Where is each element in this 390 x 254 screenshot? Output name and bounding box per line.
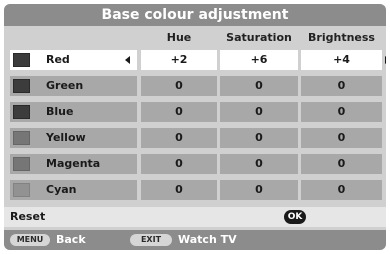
saturation-value[interactable]: 0 — [220, 102, 298, 122]
exit-key-icon[interactable]: EXIT — [130, 234, 172, 246]
reset-row[interactable]: Reset OK — [4, 207, 386, 227]
saturation-value[interactable]: 0 — [220, 180, 298, 200]
color-row-cyan[interactable]: Cyan 0 0 0 — [10, 180, 382, 200]
row-label: Cyan — [46, 183, 77, 196]
reset-label: Reset — [10, 210, 46, 223]
arrow-left-icon[interactable] — [125, 56, 130, 64]
saturation-value[interactable]: 0 — [220, 128, 298, 148]
hue-value[interactable]: 0 — [141, 102, 217, 122]
row-label-cell: Blue — [10, 102, 137, 122]
hue-value[interactable]: +2 — [141, 50, 217, 70]
brightness-value[interactable]: 0 — [301, 102, 382, 122]
row-label: Blue — [46, 105, 74, 118]
brightness-value[interactable]: 0 — [301, 128, 382, 148]
color-row-red[interactable]: Red +2 +6 +4 — [10, 50, 386, 70]
color-row-magenta[interactable]: Magenta 0 0 0 — [10, 154, 382, 174]
color-swatch-icon — [13, 53, 30, 67]
color-swatch-icon — [13, 157, 30, 171]
saturation-value[interactable]: 0 — [220, 154, 298, 174]
column-header-saturation: Saturation — [226, 31, 292, 44]
color-row-blue[interactable]: Blue 0 0 0 — [10, 102, 382, 122]
color-row-green[interactable]: Green 0 0 0 — [10, 76, 382, 96]
row-label-cell: Yellow — [10, 128, 137, 148]
saturation-value[interactable]: +6 — [220, 50, 298, 70]
saturation-value[interactable]: 0 — [220, 76, 298, 96]
row-label-cell: Cyan — [10, 180, 137, 200]
brightness-value[interactable]: +4 — [301, 50, 382, 70]
column-header-hue: Hue — [166, 31, 192, 44]
color-swatch-icon — [13, 131, 30, 145]
brightness-value[interactable]: 0 — [301, 180, 382, 200]
brightness-value[interactable]: 0 — [301, 76, 382, 96]
color-swatch-icon — [13, 79, 30, 93]
footer-bar: MENU Back EXIT Watch TV — [4, 230, 386, 250]
arrow-right-icon[interactable] — [385, 56, 386, 64]
ok-button-icon[interactable]: OK — [284, 210, 306, 224]
osd-menu: Base colour adjustment Hue Saturation Br… — [4, 4, 386, 250]
row-label: Green — [46, 79, 84, 92]
watch-tv-label[interactable]: Watch TV — [178, 230, 237, 250]
back-label[interactable]: Back — [56, 230, 86, 250]
menu-key-icon[interactable]: MENU — [10, 234, 50, 246]
color-swatch-icon — [13, 183, 30, 197]
row-label-cell: Red — [10, 50, 137, 70]
color-swatch-icon — [13, 105, 30, 119]
hue-value[interactable]: 0 — [141, 76, 217, 96]
row-label: Yellow — [46, 131, 86, 144]
row-label: Red — [46, 53, 70, 66]
hue-value[interactable]: 0 — [141, 154, 217, 174]
brightness-value[interactable]: 0 — [301, 154, 382, 174]
row-label: Magenta — [46, 157, 101, 170]
column-header-brightness: Brightness — [308, 31, 375, 44]
row-label-cell: Magenta — [10, 154, 137, 174]
hue-value[interactable]: 0 — [141, 128, 217, 148]
hue-value[interactable]: 0 — [141, 180, 217, 200]
row-label-cell: Green — [10, 76, 137, 96]
color-row-yellow[interactable]: Yellow 0 0 0 — [10, 128, 382, 148]
menu-title: Base colour adjustment — [4, 4, 386, 26]
